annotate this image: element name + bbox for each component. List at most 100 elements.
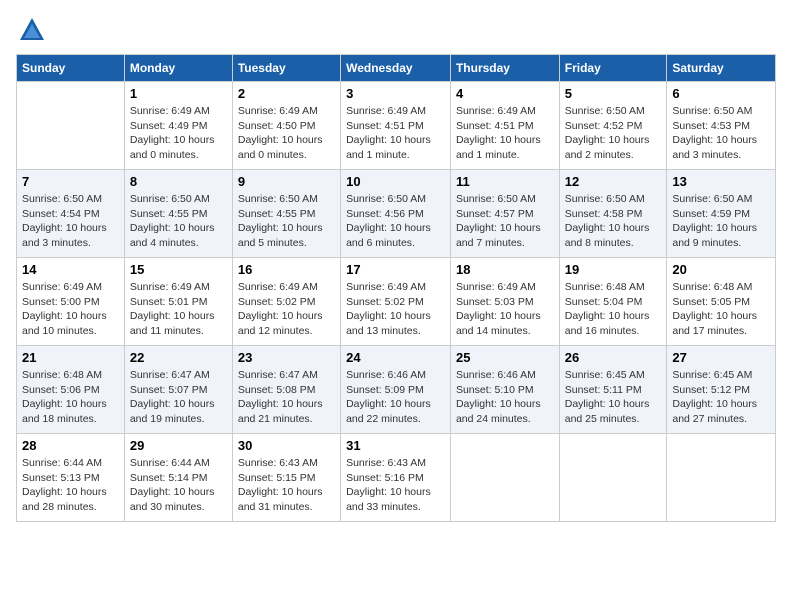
cell-info: Sunrise: 6:50 AMSunset: 4:55 PMDaylight:… <box>130 193 215 249</box>
header-row: SundayMondayTuesdayWednesdayThursdayFrid… <box>17 55 776 82</box>
header-day: Wednesday <box>341 55 451 82</box>
cell-info: Sunrise: 6:50 AMSunset: 4:55 PMDaylight:… <box>238 193 323 249</box>
cell-info: Sunrise: 6:45 AMSunset: 5:12 PMDaylight:… <box>672 369 757 425</box>
calendar-cell <box>559 434 667 522</box>
calendar-cell: 15 Sunrise: 6:49 AMSunset: 5:01 PMDayligh… <box>124 258 232 346</box>
calendar-cell: 1 Sunrise: 6:49 AMSunset: 4:49 PMDaylight… <box>124 82 232 170</box>
calendar-cell: 7 Sunrise: 6:50 AMSunset: 4:54 PMDaylight… <box>17 170 125 258</box>
calendar-cell: 29Sunrise: 6:44 AMSunset: 5:14 PMDayligh… <box>124 434 232 522</box>
day-number: 7 <box>22 174 119 189</box>
day-number: 28 <box>22 438 119 453</box>
day-number: 29 <box>130 438 227 453</box>
cell-info: Sunrise: 6:48 AMSunset: 5:04 PMDaylight:… <box>565 281 650 337</box>
cell-info: Sunrise: 6:48 AMSunset: 5:05 PMDaylight:… <box>672 281 757 337</box>
calendar-cell: 10 Sunrise: 6:50 AMSunset: 4:56 PMDayligh… <box>341 170 451 258</box>
day-number: 27 <box>672 350 770 365</box>
calendar-week-row: 7 Sunrise: 6:50 AMSunset: 4:54 PMDaylight… <box>17 170 776 258</box>
header-day: Thursday <box>450 55 559 82</box>
day-number: 2 <box>238 86 335 101</box>
day-number: 10 <box>346 174 445 189</box>
day-number: 12 <box>565 174 662 189</box>
calendar-cell: 8 Sunrise: 6:50 AMSunset: 4:55 PMDaylight… <box>124 170 232 258</box>
cell-info: Sunrise: 6:46 AMSunset: 5:09 PMDaylight:… <box>346 369 431 425</box>
cell-info: Sunrise: 6:49 AMSunset: 5:01 PMDaylight:… <box>130 281 215 337</box>
header-day: Sunday <box>17 55 125 82</box>
header-day: Saturday <box>667 55 776 82</box>
day-number: 23 <box>238 350 335 365</box>
day-number: 20 <box>672 262 770 277</box>
day-number: 1 <box>130 86 227 101</box>
logo-icon <box>18 16 46 44</box>
calendar-cell: 27 Sunrise: 6:45 AMSunset: 5:12 PMDayligh… <box>667 346 776 434</box>
cell-info: Sunrise: 6:47 AMSunset: 5:07 PMDaylight:… <box>130 369 215 425</box>
cell-info: Sunrise: 6:49 AMSunset: 5:03 PMDaylight:… <box>456 281 541 337</box>
calendar-week-row: 1 Sunrise: 6:49 AMSunset: 4:49 PMDaylight… <box>17 82 776 170</box>
day-number: 4 <box>456 86 554 101</box>
day-number: 18 <box>456 262 554 277</box>
cell-info: Sunrise: 6:50 AMSunset: 4:59 PMDaylight:… <box>672 193 757 249</box>
calendar-cell: 3 Sunrise: 6:49 AMSunset: 4:51 PMDaylight… <box>341 82 451 170</box>
calendar-cell <box>450 434 559 522</box>
day-number: 6 <box>672 86 770 101</box>
cell-info: Sunrise: 6:43 AMSunset: 5:16 PMDaylight:… <box>346 457 431 513</box>
cell-info: Sunrise: 6:50 AMSunset: 4:58 PMDaylight:… <box>565 193 650 249</box>
calendar-cell: 4 Sunrise: 6:49 AMSunset: 4:51 PMDaylight… <box>450 82 559 170</box>
calendar-cell: 23Sunrise: 6:47 AMSunset: 5:08 PMDayligh… <box>232 346 340 434</box>
logo <box>16 16 46 44</box>
calendar-cell <box>17 82 125 170</box>
day-number: 19 <box>565 262 662 277</box>
day-number: 21 <box>22 350 119 365</box>
cell-info: Sunrise: 6:50 AMSunset: 4:52 PMDaylight:… <box>565 105 650 161</box>
calendar-cell: 13Sunrise: 6:50 AMSunset: 4:59 PMDayligh… <box>667 170 776 258</box>
cell-info: Sunrise: 6:49 AMSunset: 4:51 PMDaylight:… <box>346 105 431 161</box>
day-number: 9 <box>238 174 335 189</box>
calendar-cell: 17Sunrise: 6:49 AMSunset: 5:02 PMDayligh… <box>341 258 451 346</box>
day-number: 25 <box>456 350 554 365</box>
calendar-cell: 30 Sunrise: 6:43 AMSunset: 5:15 PMDayligh… <box>232 434 340 522</box>
calendar-week-row: 14Sunrise: 6:49 AMSunset: 5:00 PMDayligh… <box>17 258 776 346</box>
calendar-cell: 2Sunrise: 6:49 AMSunset: 4:50 PMDaylight… <box>232 82 340 170</box>
calendar-cell: 20 Sunrise: 6:48 AMSunset: 5:05 PMDayligh… <box>667 258 776 346</box>
cell-info: Sunrise: 6:49 AMSunset: 4:49 PMDaylight:… <box>130 105 215 161</box>
calendar-cell: 22 Sunrise: 6:47 AMSunset: 5:07 PMDayligh… <box>124 346 232 434</box>
day-number: 8 <box>130 174 227 189</box>
header-day: Monday <box>124 55 232 82</box>
calendar-cell: 26Sunrise: 6:45 AMSunset: 5:11 PMDayligh… <box>559 346 667 434</box>
day-number: 3 <box>346 86 445 101</box>
calendar-cell: 16Sunrise: 6:49 AMSunset: 5:02 PMDayligh… <box>232 258 340 346</box>
calendar-cell: 14Sunrise: 6:49 AMSunset: 5:00 PMDayligh… <box>17 258 125 346</box>
calendar-cell: 11Sunrise: 6:50 AMSunset: 4:57 PMDayligh… <box>450 170 559 258</box>
calendar-week-row: 21Sunrise: 6:48 AMSunset: 5:06 PMDayligh… <box>17 346 776 434</box>
calendar-cell: 25 Sunrise: 6:46 AMSunset: 5:10 PMDayligh… <box>450 346 559 434</box>
calendar-cell: 5 Sunrise: 6:50 AMSunset: 4:52 PMDaylight… <box>559 82 667 170</box>
calendar-cell <box>667 434 776 522</box>
day-number: 22 <box>130 350 227 365</box>
page-header <box>16 16 776 44</box>
calendar-cell: 12 Sunrise: 6:50 AMSunset: 4:58 PMDayligh… <box>559 170 667 258</box>
day-number: 11 <box>456 174 554 189</box>
calendar-cell: 21Sunrise: 6:48 AMSunset: 5:06 PMDayligh… <box>17 346 125 434</box>
cell-info: Sunrise: 6:43 AMSunset: 5:15 PMDaylight:… <box>238 457 323 513</box>
day-number: 26 <box>565 350 662 365</box>
cell-info: Sunrise: 6:49 AMSunset: 5:02 PMDaylight:… <box>238 281 323 337</box>
calendar-cell: 24 Sunrise: 6:46 AMSunset: 5:09 PMDayligh… <box>341 346 451 434</box>
day-number: 31 <box>346 438 445 453</box>
day-number: 24 <box>346 350 445 365</box>
cell-info: Sunrise: 6:46 AMSunset: 5:10 PMDaylight:… <box>456 369 541 425</box>
cell-info: Sunrise: 6:50 AMSunset: 4:56 PMDaylight:… <box>346 193 431 249</box>
calendar-cell: 6 Sunrise: 6:50 AMSunset: 4:53 PMDaylight… <box>667 82 776 170</box>
day-number: 5 <box>565 86 662 101</box>
cell-info: Sunrise: 6:49 AMSunset: 5:00 PMDaylight:… <box>22 281 107 337</box>
calendar-cell: 9 Sunrise: 6:50 AMSunset: 4:55 PMDaylight… <box>232 170 340 258</box>
day-number: 15 <box>130 262 227 277</box>
calendar-week-row: 28Sunrise: 6:44 AMSunset: 5:13 PMDayligh… <box>17 434 776 522</box>
day-number: 17 <box>346 262 445 277</box>
calendar-cell: 18 Sunrise: 6:49 AMSunset: 5:03 PMDayligh… <box>450 258 559 346</box>
cell-info: Sunrise: 6:50 AMSunset: 4:54 PMDaylight:… <box>22 193 107 249</box>
day-number: 30 <box>238 438 335 453</box>
header-day: Friday <box>559 55 667 82</box>
cell-info: Sunrise: 6:49 AMSunset: 4:51 PMDaylight:… <box>456 105 541 161</box>
calendar-cell: 28Sunrise: 6:44 AMSunset: 5:13 PMDayligh… <box>17 434 125 522</box>
header-day: Tuesday <box>232 55 340 82</box>
cell-info: Sunrise: 6:50 AMSunset: 4:53 PMDaylight:… <box>672 105 757 161</box>
